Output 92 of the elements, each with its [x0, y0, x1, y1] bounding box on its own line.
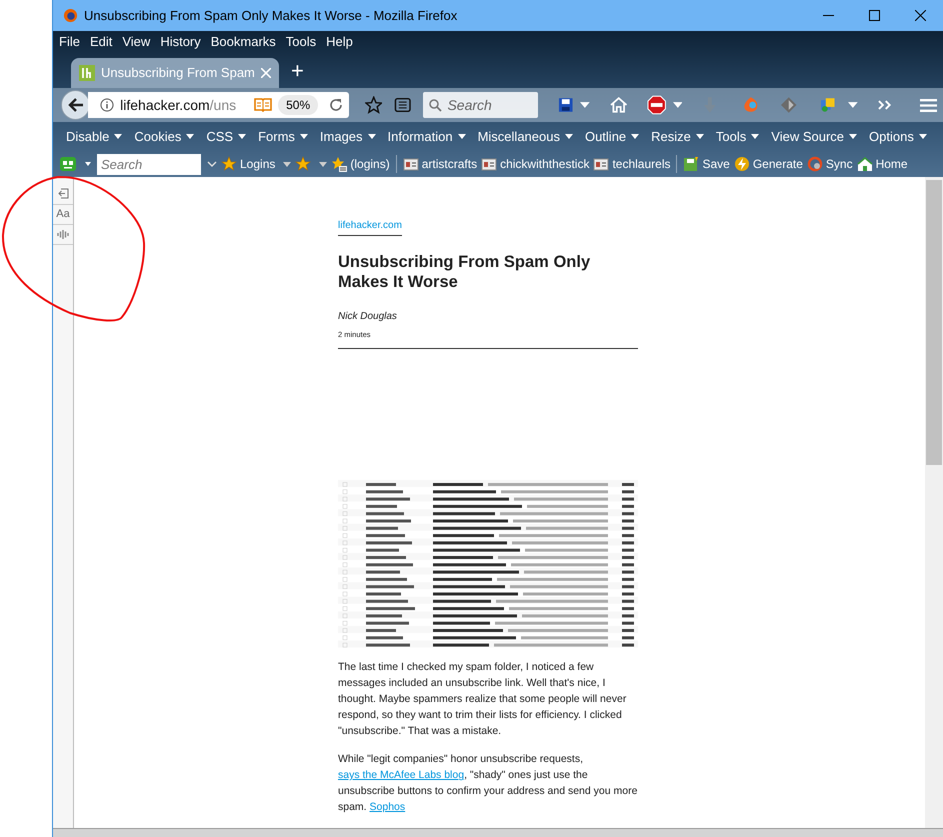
menu-item[interactable]: History — [160, 32, 201, 52]
bookmark-item[interactable]: Generate — [732, 155, 805, 173]
card-icon — [481, 156, 498, 172]
dropdown-caret-icon — [918, 134, 927, 139]
bookmark-item[interactable]: Save — [681, 155, 732, 173]
search-icon — [429, 98, 442, 112]
chevron-down-icon[interactable] — [207, 161, 217, 167]
close-tab-icon[interactable] — [261, 68, 271, 78]
site-favicon-icon — [79, 65, 95, 81]
toolbar-menu-button[interactable]: CSS — [206, 126, 246, 146]
dropdown-caret-icon — [186, 134, 194, 139]
home-icon[interactable] — [610, 97, 628, 113]
dropdown-caret-icon — [564, 134, 573, 139]
bookmark-item[interactable]: techlaurels — [591, 155, 672, 173]
article-author: Nick Douglas — [338, 310, 398, 324]
toolbar-menu-button[interactable]: Miscellaneous — [478, 126, 573, 146]
toolbar-menu-button[interactable]: View Source — [771, 126, 858, 146]
bookmark-item[interactable]: (logins) — [329, 155, 392, 173]
exit-arrow-icon — [58, 188, 68, 199]
robot-face-icon[interactable] — [59, 156, 77, 172]
window-title: Unsubscribing From Spam Only Makes It Worse - Mozilla Firefox — [84, 6, 458, 25]
toolbar-menu-button[interactable]: Images — [320, 126, 376, 146]
lightning-icon — [734, 156, 750, 172]
search-field[interactable]: Search — [97, 154, 201, 174]
menu-item[interactable]: Tools — [286, 32, 316, 52]
search-input[interactable]: Search — [447, 94, 532, 116]
dropdown-caret-icon — [458, 134, 466, 139]
bookmark-item[interactable]: Logins — [219, 155, 294, 173]
dropdown-caret-icon — [696, 134, 704, 139]
back-arrow-icon — [68, 98, 84, 112]
toolbar-menu-button[interactable]: Disable — [66, 126, 122, 146]
card-icon — [402, 156, 419, 172]
toolbar-menu-button[interactable]: Options — [869, 126, 927, 146]
url-text: lifehacker.com/uns — [120, 96, 236, 114]
home-icon — [856, 156, 873, 172]
maximize-icon — [868, 10, 880, 21]
menu-item[interactable]: View — [122, 32, 150, 52]
star-list-icon — [331, 156, 348, 172]
toolbar-menu-button[interactable]: Information — [388, 126, 466, 146]
star-icon — [295, 156, 312, 172]
scrollbar-thumb[interactable] — [926, 180, 942, 465]
dropdown-caret-icon — [114, 134, 122, 139]
toolbar-menu-button[interactable]: Cookies — [134, 126, 194, 146]
sound-wave-icon — [57, 230, 69, 239]
dropdown-caret-icon — [368, 134, 376, 139]
info-icon — [100, 98, 114, 112]
bookmark-item[interactable]: Home — [854, 155, 910, 173]
menu-item[interactable]: Bookmarks — [210, 32, 276, 52]
reading-list-icon[interactable] — [394, 96, 412, 114]
dropdown-caret-icon[interactable] — [580, 102, 590, 108]
menu-item[interactable]: Help — [326, 32, 353, 52]
back-button[interactable] — [61, 90, 90, 120]
toolbar-menu-button[interactable]: Tools — [716, 126, 760, 146]
overflow-chevrons-icon[interactable] — [878, 100, 892, 110]
star-icon — [221, 156, 237, 172]
menu-item[interactable]: File — [59, 32, 80, 52]
sync-icon — [806, 156, 823, 172]
reader-view-icon[interactable] — [254, 98, 272, 112]
card-icon — [593, 156, 610, 172]
reload-icon[interactable] — [328, 98, 343, 112]
toolbar-menu-button[interactable]: Resize — [651, 126, 704, 146]
dropdown-caret-icon — [631, 134, 640, 139]
bookmark-star-icon[interactable] — [364, 96, 382, 114]
toolbar-menu-button[interactable]: Forms — [258, 126, 308, 146]
dropdown-caret-icon — [849, 134, 858, 139]
menu-item[interactable]: Edit — [90, 32, 112, 52]
dropdown-caret-icon[interactable] — [85, 162, 91, 166]
dropdown-caret-icon[interactable] — [848, 102, 858, 108]
zoom-level-badge[interactable]: 50% — [278, 95, 318, 115]
dropdown-caret-icon — [238, 134, 246, 139]
bookmark-item[interactable]: artistcrafts — [400, 155, 480, 173]
close-icon — [914, 10, 926, 21]
toolbar-menu-button[interactable]: Outline — [584, 126, 640, 146]
type-controls-button[interactable]: Aa — [53, 205, 73, 225]
dropdown-caret-icon — [300, 134, 308, 139]
article-title: Unsubscribing From Spam Only Makes It Worse — [338, 252, 592, 292]
search-bar[interactable]: Search — [423, 92, 538, 118]
new-tab-button[interactable]: + — [287, 60, 308, 82]
firefox-logo-icon — [63, 8, 78, 23]
minimize-icon — [822, 15, 834, 16]
bookmark-item[interactable]: Sync — [804, 155, 855, 173]
adblock-icon[interactable] — [647, 95, 667, 115]
article-paragraph: While "legit companies" honor unsubscribe requests, says the McAfee Labs blog, "shady" ones just use the unsubscribe buttons to confirm your address and send you more spam. Sophos — [338, 752, 638, 816]
menu-icon[interactable] — [920, 98, 938, 112]
article-paragraph: The last time I checked my spam folder, I noticed a few messages included an unsubscribe link. Well that's nice, I thought. Maybe spammers realize that some people will never respond, so they want to trim their lists for efficiency. I clicked "unsubscribe." That was a mistake. — [338, 660, 628, 740]
puzzle-icon[interactable] — [818, 96, 836, 114]
diamond-icon[interactable] — [781, 97, 797, 113]
address-bar[interactable]: lifehacker.com/uns 50% — [88, 92, 349, 118]
dropdown-caret-icon — [751, 134, 760, 139]
bookmark-item[interactable]: chickwiththestick — [479, 155, 592, 173]
dropdown-caret-icon[interactable] — [672, 102, 682, 108]
bookmark-item[interactable] — [293, 156, 330, 172]
